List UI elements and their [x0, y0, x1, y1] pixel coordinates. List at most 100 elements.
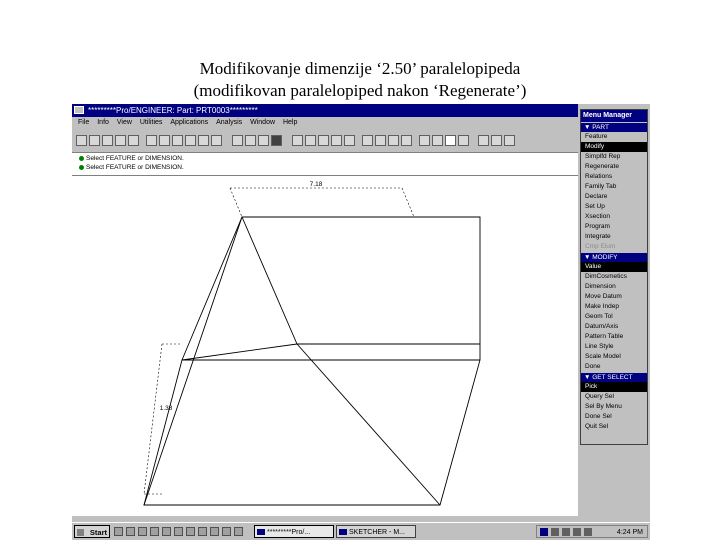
save-icon[interactable]	[102, 135, 113, 146]
menu-info[interactable]: Info	[97, 117, 109, 129]
menu-item-sel-by-menu[interactable]: Sel By Menu	[581, 402, 647, 412]
wireframe-icon[interactable]	[232, 135, 243, 146]
window-cascade-icon[interactable]	[491, 135, 502, 146]
menu-item-done-sel[interactable]: Done Sel	[581, 412, 647, 422]
modify-menu-header[interactable]: ▼ MODIFY	[581, 253, 647, 262]
get-select-menu-header[interactable]: ▼ GET SELECT	[581, 373, 647, 382]
menu-item-quit-sel[interactable]: Quit Sel	[581, 422, 647, 432]
menu-help[interactable]: Help	[283, 117, 297, 129]
menu-utilities[interactable]: Utilities	[140, 117, 163, 129]
zoom-out-icon[interactable]	[172, 135, 183, 146]
start-button[interactable]: Start	[74, 525, 110, 538]
repaint-icon[interactable]	[146, 135, 157, 146]
menu-item-declare[interactable]: Declare	[581, 192, 647, 202]
menu-item-geom-tol[interactable]: Geom Tol	[581, 312, 647, 322]
part-menu-header[interactable]: ▼ PART	[581, 123, 647, 132]
quicklaunch-mail-icon[interactable]	[138, 527, 147, 536]
menu-item-done[interactable]: Done	[581, 362, 647, 372]
clock[interactable]: 4:24 PM	[617, 526, 643, 539]
cut-icon[interactable]	[128, 135, 139, 146]
zoom-in-icon[interactable]	[159, 135, 170, 146]
refit-icon[interactable]	[185, 135, 196, 146]
slide-title: Modifikovanje dimenzije ‘2.50’ paralelop…	[0, 58, 720, 102]
menu-item-program[interactable]: Program	[581, 222, 647, 232]
quicklaunch-app-icon[interactable]	[234, 527, 243, 536]
dimension-width-label[interactable]: 7.18	[310, 181, 323, 188]
menu-file[interactable]: File	[78, 117, 89, 129]
shading-icon[interactable]	[271, 135, 282, 146]
parallelepiped-wireframe: 7.18 1.38	[143, 181, 481, 506]
help-icon[interactable]	[458, 135, 469, 146]
menu-item-value[interactable]: Value	[581, 262, 647, 272]
display-settings-icon[interactable]	[401, 135, 412, 146]
taskbar-item-proengineer[interactable]: *********Pro/...	[254, 525, 334, 538]
menu-item-feature[interactable]: Feature	[581, 132, 647, 142]
menu-item-modify[interactable]: Modify	[581, 142, 647, 152]
hidden-line-icon[interactable]	[245, 135, 256, 146]
tangent-edges-icon[interactable]	[292, 135, 303, 146]
open-file-icon[interactable]	[89, 135, 100, 146]
menu-item-cmp-elum: Cmp Elum	[585, 243, 616, 250]
graphics-window[interactable]: 7.18 1.38	[72, 176, 578, 516]
network-icon[interactable]	[540, 528, 548, 536]
menu-item-simplfd-rep[interactable]: Simplfd Rep	[581, 152, 647, 162]
menu-item-set-up[interactable]: Set Up	[581, 202, 647, 212]
quicklaunch-powerpoint-icon[interactable]	[174, 527, 183, 536]
menu-item-move-datum[interactable]: Move Datum	[581, 292, 647, 302]
info-bullet-icon	[79, 164, 84, 170]
datum-points-icon[interactable]	[331, 135, 342, 146]
start-label: Start	[89, 528, 107, 537]
menu-item-integrate[interactable]: Integrate	[581, 232, 647, 242]
tray-app-icon[interactable]	[573, 528, 581, 536]
slide-title-line2: (modifikovan paralelopiped nakon ‘Regene…	[193, 81, 527, 100]
coordinate-systems-icon[interactable]	[344, 135, 355, 146]
quicklaunch-excel-icon[interactable]	[162, 527, 171, 536]
taskbar-item-sketcher[interactable]: SKETCHER - M...	[336, 525, 416, 538]
orient-icon[interactable]	[198, 135, 209, 146]
system-menu-icon[interactable]	[74, 106, 84, 114]
tray-app-icon[interactable]	[551, 528, 559, 536]
menu-item-line-style[interactable]: Line Style	[581, 342, 647, 352]
volume-icon[interactable]	[584, 528, 592, 536]
menu-item-make-indep[interactable]: Make Indep	[581, 302, 647, 312]
menu-item-datum-axis[interactable]: Datum/Axis	[581, 322, 647, 332]
menu-analysis[interactable]: Analysis	[216, 117, 242, 129]
saved-views-icon[interactable]	[211, 135, 222, 146]
menu-item-dimcosmetics[interactable]: DimCosmetics	[581, 272, 647, 282]
menu-applications[interactable]: Applications	[170, 117, 208, 129]
datum-axes-icon[interactable]	[318, 135, 329, 146]
new-file-icon[interactable]	[76, 135, 87, 146]
menu-item-relations[interactable]: Relations	[581, 172, 647, 182]
environment-icon[interactable]	[419, 135, 430, 146]
menu-item-regenerate[interactable]: Regenerate	[581, 162, 647, 172]
menu-item-xsection[interactable]: Xsection	[581, 212, 647, 222]
menu-view[interactable]: View	[117, 117, 132, 129]
menu-item-pick[interactable]: Pick	[581, 382, 647, 392]
window-tile-icon[interactable]	[478, 135, 489, 146]
print-icon[interactable]	[115, 135, 126, 146]
datum-planes-icon[interactable]	[305, 135, 316, 146]
quicklaunch-explorer-icon[interactable]	[198, 527, 207, 536]
no-hidden-icon[interactable]	[258, 135, 269, 146]
menu-item-family-tab[interactable]: Family Tab	[581, 182, 647, 192]
menu-item-scale-model[interactable]: Scale Model	[581, 352, 647, 362]
menu-item-dimension[interactable]: Dimension	[581, 282, 647, 292]
tray-app-icon[interactable]	[562, 528, 570, 536]
menu-item-pattern-table[interactable]: Pattern Table	[581, 332, 647, 342]
spin-center-icon[interactable]	[362, 135, 373, 146]
layers-icon[interactable]	[388, 135, 399, 146]
context-help-icon[interactable]	[504, 135, 515, 146]
quicklaunch-word-icon[interactable]	[150, 527, 159, 536]
dimension-height-label[interactable]: 1.38	[160, 405, 173, 412]
tool-icon[interactable]	[432, 135, 443, 146]
quicklaunch-desktop-icon[interactable]	[114, 527, 123, 536]
menu-item-query-sel[interactable]: Query Sel	[581, 392, 647, 402]
blank-icon[interactable]	[445, 135, 456, 146]
menu-window[interactable]: Window	[250, 117, 275, 129]
window-titlebar: *********Pro/ENGINEER: Part: PRT0003****…	[72, 104, 578, 117]
quicklaunch-app-icon[interactable]	[222, 527, 231, 536]
quicklaunch-access-icon[interactable]	[186, 527, 195, 536]
model-tree-icon[interactable]	[375, 135, 386, 146]
quicklaunch-app-icon[interactable]	[210, 527, 219, 536]
quicklaunch-browser-icon[interactable]	[126, 527, 135, 536]
